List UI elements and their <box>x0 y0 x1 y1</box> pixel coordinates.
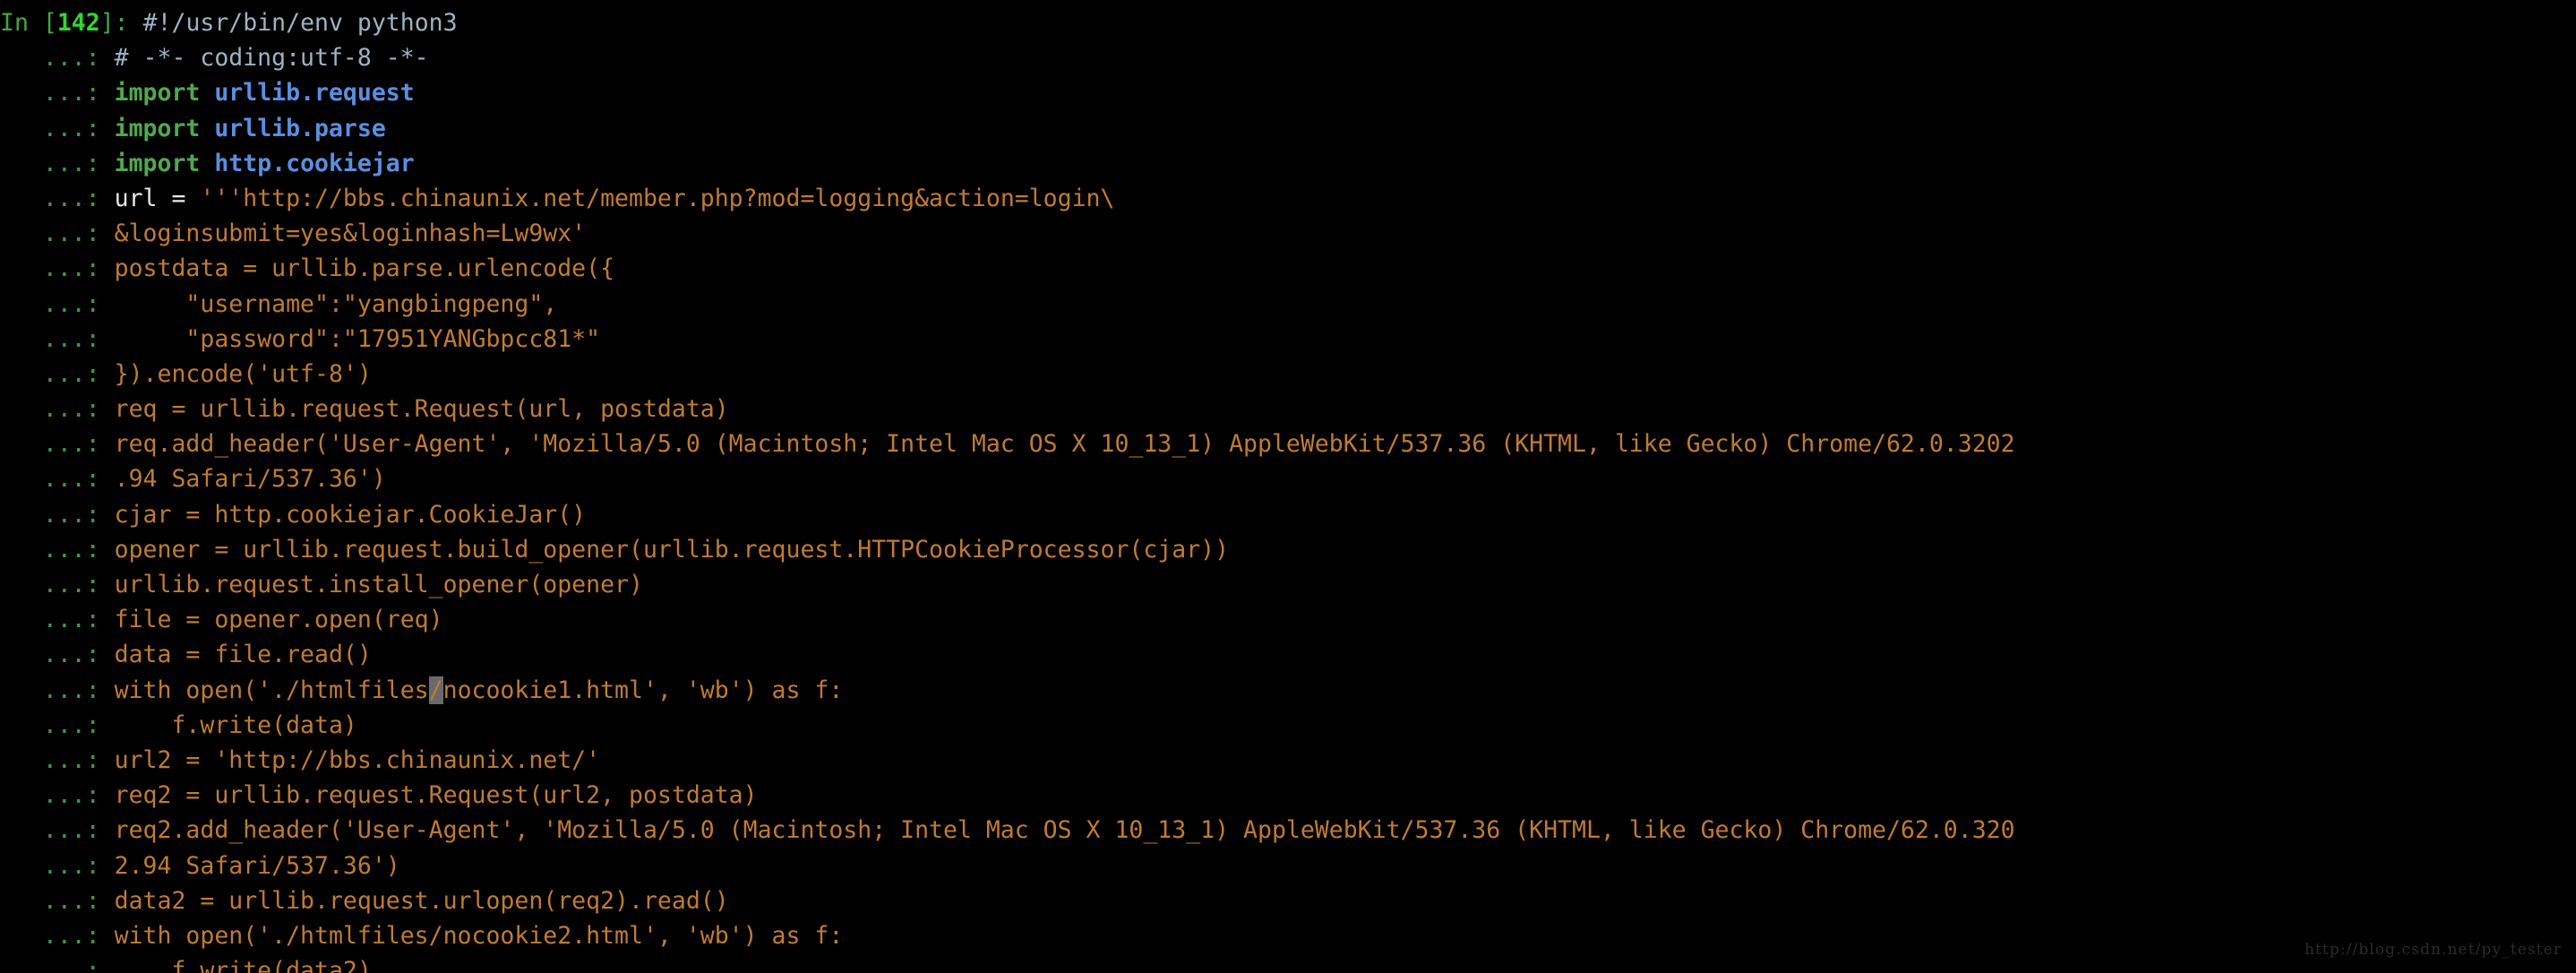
terminal-line: ...: f.write(data2) <box>0 953 2576 973</box>
terminal-line: ...: req = urllib.request.Request(url, p… <box>0 392 2576 426</box>
prompt-in-label: In [ <box>0 9 57 37</box>
prompt-execution-count: 142 <box>56 9 100 37</box>
watermark-url: http://blog.csdn.net/py_tester <box>2304 940 2562 959</box>
code-token-mod: urllib.request <box>214 79 415 108</box>
prompt-continuation: ...: <box>0 745 115 774</box>
code-token-str: &loginsubmit=yes&loginhash=Lw9wx' <box>114 220 587 248</box>
terminal-line: ...: req2 = urllib.request.Request(url2,… <box>0 778 2576 813</box>
code-token-str: f.write(data2) <box>114 957 372 973</box>
prompt-continuation: ...: <box>0 886 115 915</box>
prompt-continuation: ...: <box>0 921 115 950</box>
code-token-str: "password":"17951YANGbpcc81*" <box>114 324 601 353</box>
prompt-continuation: ...: <box>0 571 115 598</box>
terminal-window[interactable]: In [142]: #!/usr/bin/env python3 ...: # … <box>0 0 2576 973</box>
terminal-line: ...: # -*- coding:utf-8 -*- <box>0 40 2576 75</box>
prompt-continuation: ...: <box>0 44 115 73</box>
terminal-line: ...: req2.add_header('User-Agent', 'Mozi… <box>0 813 2576 848</box>
terminal-line: ...: req.add_header('User-Agent', 'Mozil… <box>0 426 2576 461</box>
code-token-str: cjar = http.cookiejar.CookieJar() <box>114 500 587 529</box>
prompt-continuation: ...: <box>0 816 115 845</box>
code-token-str: req2 = urllib.request.Request(url2, post… <box>114 781 758 810</box>
terminal-line: ...: "username":"yangbingpeng", <box>0 287 2576 322</box>
terminal-line: ...: import urllib.parse <box>0 111 2576 146</box>
text-cursor[interactable]: / <box>428 676 443 704</box>
prompt-continuation: ...: <box>0 641 115 669</box>
code-token-str: data2 = urllib.request.urlopen(req2).rea… <box>114 886 729 915</box>
prompt-continuation: ...: <box>0 957 115 973</box>
prompt-continuation: ...: <box>0 606 115 634</box>
code-token-str: with open('./htmlfiles/nocookie2.html', … <box>114 921 844 950</box>
code-token-str: postdata = urllib.parse.urlencode({ <box>114 254 615 283</box>
terminal-line: ...: with open('./htmlfiles/nocookie2.ht… <box>0 918 2576 953</box>
code-token-comment: # -*- coding:utf-8 -*- <box>114 44 429 73</box>
prompt-continuation: ...: <box>0 254 115 283</box>
code-token-kw: import <box>114 149 201 177</box>
terminal-line: ...: 2.94 Safari/537.36') <box>0 848 2576 883</box>
terminal-line: ...: import urllib.request <box>0 75 2576 110</box>
code-token-str: '''http://bbs.chinaunix.net/member.php?m… <box>200 184 1115 212</box>
prompt-continuation: ...: <box>0 710 115 739</box>
code-token-str: with open('./htmlfiles <box>114 676 429 704</box>
prompt-continuation: ...: <box>0 676 115 704</box>
code-token-plain: url = <box>114 184 201 212</box>
code-token-str: f.write(data) <box>114 710 357 739</box>
terminal-line: ...: data2 = urllib.request.urlopen(req2… <box>0 883 2576 918</box>
prompt-continuation: ...: <box>0 289 115 318</box>
terminal-line: ...: with open('./htmlfiles/nocookie1.ht… <box>0 673 2576 708</box>
code-token-str: req2.add_header('User-Agent', 'Mozilla/5… <box>114 816 2015 845</box>
terminal-line: ...: postdata = urllib.parse.urlencode({ <box>0 251 2576 286</box>
terminal-line: ...: opener = urllib.request.build_opene… <box>0 532 2576 567</box>
terminal-line: ...: cjar = http.cookiejar.CookieJar() <box>0 497 2576 532</box>
code-token-mod: urllib.parse <box>214 114 386 142</box>
terminal-line: ...: .94 Safari/537.36') <box>0 461 2576 496</box>
prompt-continuation: ...: <box>0 359 115 388</box>
prompt-continuation: ...: <box>0 430 115 459</box>
prompt-continuation: ...: <box>0 149 115 177</box>
terminal-line: In [142]: #!/usr/bin/env python3 <box>0 5 2576 40</box>
code-token-str: req.add_header('User-Agent', 'Mozilla/5.… <box>114 430 2015 459</box>
code-token-kw: import <box>114 114 201 142</box>
terminal-line: ...: import http.cookiejar <box>0 146 2576 181</box>
terminal-line: ...: file = opener.open(req) <box>0 602 2576 637</box>
code-token-mod: http.cookiejar <box>214 149 415 177</box>
code-token-comment: #!/usr/bin/env python3 <box>142 9 458 37</box>
code-token-str: urllib.request.install_opener(opener) <box>114 571 643 598</box>
prompt-continuation: ...: <box>0 781 115 810</box>
code-token-str: }).encode('utf-8') <box>114 359 372 388</box>
prompt-continuation: ...: <box>0 79 115 108</box>
terminal-line: ...: f.write(data) <box>0 708 2576 743</box>
prompt-continuation: ...: <box>0 220 115 248</box>
terminal-line: ...: "password":"17951YANGbpcc81*" <box>0 322 2576 357</box>
code-token-str: data = file.read() <box>114 641 372 669</box>
terminal-line: ...: &loginsubmit=yes&loginhash=Lw9wx' <box>0 216 2576 251</box>
code-token-str: url2 = 'http://bbs.chinaunix.net/' <box>114 745 601 774</box>
code-token-str: nocookie1.html', 'wb') as f: <box>442 676 844 704</box>
terminal-line: ...: url2 = 'http://bbs.chinaunix.net/' <box>0 743 2576 778</box>
prompt-in-close: ]: <box>99 9 143 37</box>
terminal-line: ...: url = '''http://bbs.chinaunix.net/m… <box>0 181 2576 216</box>
code-token-str: "username":"yangbingpeng", <box>114 289 558 318</box>
code-token-str: opener = urllib.request.build_opener(url… <box>114 535 1230 564</box>
prompt-continuation: ...: <box>0 184 115 212</box>
code-token-kw: import <box>114 79 201 108</box>
terminal-line: ...: }).encode('utf-8') <box>0 357 2576 392</box>
prompt-continuation: ...: <box>0 851 115 880</box>
prompt-continuation: ...: <box>0 395 115 424</box>
code-token-str: req = urllib.request.Request(url, postda… <box>114 395 729 424</box>
code-token-str: file = opener.open(req) <box>114 606 443 634</box>
prompt-continuation: ...: <box>0 324 115 353</box>
code-token-str: 2.94 Safari/537.36') <box>114 851 400 880</box>
terminal-line: ...: urllib.request.install_opener(opene… <box>0 567 2576 602</box>
prompt-continuation: ...: <box>0 535 115 564</box>
terminal-output[interactable]: In [142]: #!/usr/bin/env python3 ...: # … <box>0 5 2576 973</box>
terminal-line: ...: data = file.read() <box>0 637 2576 672</box>
prompt-continuation: ...: <box>0 500 115 529</box>
prompt-continuation: ...: <box>0 114 115 142</box>
code-token-str: .94 Safari/537.36') <box>114 465 386 494</box>
prompt-continuation: ...: <box>0 465 115 494</box>
